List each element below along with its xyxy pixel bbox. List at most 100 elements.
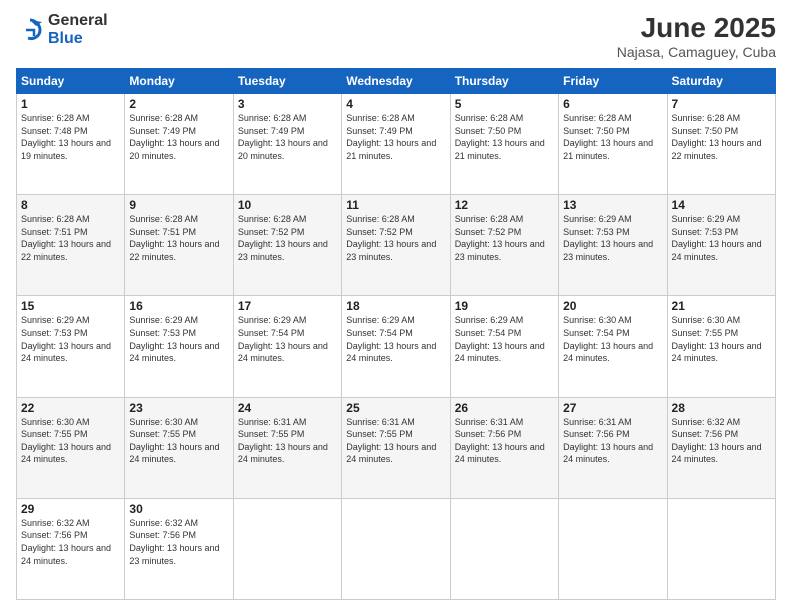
col-tuesday: Tuesday xyxy=(233,69,341,94)
table-row: 25 Sunrise: 6:31 AMSunset: 7:55 PMDaylig… xyxy=(342,397,450,498)
day-info: Sunrise: 6:29 AMSunset: 7:54 PMDaylight:… xyxy=(238,315,328,363)
table-row: 18 Sunrise: 6:29 AMSunset: 7:54 PMDaylig… xyxy=(342,296,450,397)
day-number: 6 xyxy=(563,97,662,111)
day-info: Sunrise: 6:31 AMSunset: 7:55 PMDaylight:… xyxy=(238,417,328,465)
day-info: Sunrise: 6:28 AMSunset: 7:48 PMDaylight:… xyxy=(21,113,111,161)
table-row: 29 Sunrise: 6:32 AMSunset: 7:56 PMDaylig… xyxy=(17,498,125,599)
day-number: 10 xyxy=(238,198,337,212)
table-row: 7 Sunrise: 6:28 AMSunset: 7:50 PMDayligh… xyxy=(667,94,775,195)
day-number: 1 xyxy=(21,97,120,111)
day-info: Sunrise: 6:28 AMSunset: 7:49 PMDaylight:… xyxy=(238,113,328,161)
day-number: 21 xyxy=(672,299,771,313)
table-row: 21 Sunrise: 6:30 AMSunset: 7:55 PMDaylig… xyxy=(667,296,775,397)
day-info: Sunrise: 6:29 AMSunset: 7:54 PMDaylight:… xyxy=(346,315,436,363)
table-row: 24 Sunrise: 6:31 AMSunset: 7:55 PMDaylig… xyxy=(233,397,341,498)
table-row xyxy=(559,498,667,599)
table-row xyxy=(667,498,775,599)
table-row: 5 Sunrise: 6:28 AMSunset: 7:50 PMDayligh… xyxy=(450,94,558,195)
page: General Blue June 2025 Najasa, Camaguey,… xyxy=(0,0,792,612)
logo-general-text: General xyxy=(48,12,108,30)
table-row: 1 Sunrise: 6:28 AMSunset: 7:48 PMDayligh… xyxy=(17,94,125,195)
day-info: Sunrise: 6:32 AMSunset: 7:56 PMDaylight:… xyxy=(21,518,111,566)
day-number: 13 xyxy=(563,198,662,212)
day-info: Sunrise: 6:31 AMSunset: 7:56 PMDaylight:… xyxy=(563,417,653,465)
table-row xyxy=(450,498,558,599)
day-number: 19 xyxy=(455,299,554,313)
day-info: Sunrise: 6:29 AMSunset: 7:53 PMDaylight:… xyxy=(129,315,219,363)
table-row: 10 Sunrise: 6:28 AMSunset: 7:52 PMDaylig… xyxy=(233,195,341,296)
day-info: Sunrise: 6:28 AMSunset: 7:49 PMDaylight:… xyxy=(129,113,219,161)
table-row: 2 Sunrise: 6:28 AMSunset: 7:49 PMDayligh… xyxy=(125,94,233,195)
table-row: 30 Sunrise: 6:32 AMSunset: 7:56 PMDaylig… xyxy=(125,498,233,599)
table-row: 17 Sunrise: 6:29 AMSunset: 7:54 PMDaylig… xyxy=(233,296,341,397)
day-number: 18 xyxy=(346,299,445,313)
col-wednesday: Wednesday xyxy=(342,69,450,94)
day-number: 11 xyxy=(346,198,445,212)
day-info: Sunrise: 6:32 AMSunset: 7:56 PMDaylight:… xyxy=(672,417,762,465)
table-row xyxy=(233,498,341,599)
day-number: 23 xyxy=(129,401,228,415)
day-number: 15 xyxy=(21,299,120,313)
day-number: 24 xyxy=(238,401,337,415)
calendar-week-2: 8 Sunrise: 6:28 AMSunset: 7:51 PMDayligh… xyxy=(17,195,776,296)
day-number: 9 xyxy=(129,198,228,212)
day-info: Sunrise: 6:28 AMSunset: 7:52 PMDaylight:… xyxy=(238,214,328,262)
day-number: 25 xyxy=(346,401,445,415)
day-number: 30 xyxy=(129,502,228,516)
table-row: 16 Sunrise: 6:29 AMSunset: 7:53 PMDaylig… xyxy=(125,296,233,397)
table-row: 12 Sunrise: 6:28 AMSunset: 7:52 PMDaylig… xyxy=(450,195,558,296)
day-info: Sunrise: 6:28 AMSunset: 7:50 PMDaylight:… xyxy=(455,113,545,161)
calendar-week-3: 15 Sunrise: 6:29 AMSunset: 7:53 PMDaylig… xyxy=(17,296,776,397)
day-info: Sunrise: 6:29 AMSunset: 7:53 PMDaylight:… xyxy=(21,315,111,363)
title-area: June 2025 Najasa, Camaguey, Cuba xyxy=(617,12,776,60)
calendar-week-5: 29 Sunrise: 6:32 AMSunset: 7:56 PMDaylig… xyxy=(17,498,776,599)
location-subtitle: Najasa, Camaguey, Cuba xyxy=(617,44,776,60)
table-row: 19 Sunrise: 6:29 AMSunset: 7:54 PMDaylig… xyxy=(450,296,558,397)
table-row: 4 Sunrise: 6:28 AMSunset: 7:49 PMDayligh… xyxy=(342,94,450,195)
day-number: 8 xyxy=(21,198,120,212)
day-number: 22 xyxy=(21,401,120,415)
day-info: Sunrise: 6:29 AMSunset: 7:53 PMDaylight:… xyxy=(672,214,762,262)
day-info: Sunrise: 6:28 AMSunset: 7:51 PMDaylight:… xyxy=(21,214,111,262)
day-number: 4 xyxy=(346,97,445,111)
calendar-week-1: 1 Sunrise: 6:28 AMSunset: 7:48 PMDayligh… xyxy=(17,94,776,195)
col-friday: Friday xyxy=(559,69,667,94)
day-number: 5 xyxy=(455,97,554,111)
day-number: 3 xyxy=(238,97,337,111)
day-info: Sunrise: 6:31 AMSunset: 7:56 PMDaylight:… xyxy=(455,417,545,465)
day-number: 28 xyxy=(672,401,771,415)
day-info: Sunrise: 6:28 AMSunset: 7:50 PMDaylight:… xyxy=(563,113,653,161)
table-row: 8 Sunrise: 6:28 AMSunset: 7:51 PMDayligh… xyxy=(17,195,125,296)
table-row: 13 Sunrise: 6:29 AMSunset: 7:53 PMDaylig… xyxy=(559,195,667,296)
day-number: 27 xyxy=(563,401,662,415)
table-row: 28 Sunrise: 6:32 AMSunset: 7:56 PMDaylig… xyxy=(667,397,775,498)
logo-text: General Blue xyxy=(48,12,108,47)
calendar-header-row: Sunday Monday Tuesday Wednesday Thursday… xyxy=(17,69,776,94)
table-row: 27 Sunrise: 6:31 AMSunset: 7:56 PMDaylig… xyxy=(559,397,667,498)
table-row: 23 Sunrise: 6:30 AMSunset: 7:55 PMDaylig… xyxy=(125,397,233,498)
day-number: 16 xyxy=(129,299,228,313)
day-info: Sunrise: 6:28 AMSunset: 7:52 PMDaylight:… xyxy=(346,214,436,262)
day-info: Sunrise: 6:30 AMSunset: 7:55 PMDaylight:… xyxy=(129,417,219,465)
day-number: 17 xyxy=(238,299,337,313)
day-number: 7 xyxy=(672,97,771,111)
table-row xyxy=(342,498,450,599)
day-number: 20 xyxy=(563,299,662,313)
day-info: Sunrise: 6:30 AMSunset: 7:55 PMDaylight:… xyxy=(21,417,111,465)
day-info: Sunrise: 6:28 AMSunset: 7:52 PMDaylight:… xyxy=(455,214,545,262)
table-row: 9 Sunrise: 6:28 AMSunset: 7:51 PMDayligh… xyxy=(125,195,233,296)
day-info: Sunrise: 6:30 AMSunset: 7:55 PMDaylight:… xyxy=(672,315,762,363)
day-info: Sunrise: 6:30 AMSunset: 7:54 PMDaylight:… xyxy=(563,315,653,363)
logo: General Blue xyxy=(16,12,108,47)
day-info: Sunrise: 6:28 AMSunset: 7:49 PMDaylight:… xyxy=(346,113,436,161)
calendar-table: Sunday Monday Tuesday Wednesday Thursday… xyxy=(16,68,776,600)
table-row: 20 Sunrise: 6:30 AMSunset: 7:54 PMDaylig… xyxy=(559,296,667,397)
table-row: 15 Sunrise: 6:29 AMSunset: 7:53 PMDaylig… xyxy=(17,296,125,397)
day-number: 29 xyxy=(21,502,120,516)
col-thursday: Thursday xyxy=(450,69,558,94)
day-number: 12 xyxy=(455,198,554,212)
table-row: 3 Sunrise: 6:28 AMSunset: 7:49 PMDayligh… xyxy=(233,94,341,195)
day-info: Sunrise: 6:29 AMSunset: 7:54 PMDaylight:… xyxy=(455,315,545,363)
table-row: 14 Sunrise: 6:29 AMSunset: 7:53 PMDaylig… xyxy=(667,195,775,296)
col-monday: Monday xyxy=(125,69,233,94)
